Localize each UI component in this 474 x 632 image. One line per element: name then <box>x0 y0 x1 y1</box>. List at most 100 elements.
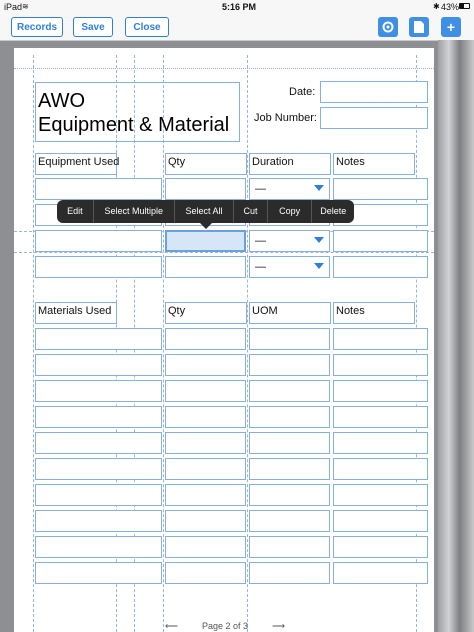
page-indicator: Page 2 of 3 <box>201 621 249 631</box>
material-notes-field[interactable] <box>333 432 428 454</box>
material-notes-field[interactable] <box>333 562 428 584</box>
equipment-notes-header: Notes <box>333 153 415 175</box>
page-navigator: ⟵ Page 2 of 3 ⟶ <box>165 620 285 632</box>
material-qty-field[interactable] <box>165 562 246 584</box>
chevron-down-icon <box>314 263 324 269</box>
menu-item-select-multiple[interactable]: Select Multiple <box>94 200 175 223</box>
device-name: iPad <box>4 2 23 12</box>
menu-item-cut[interactable]: Cut <box>234 200 268 223</box>
layout-guide <box>247 55 248 632</box>
duration-dropdown[interactable]: — <box>249 256 330 278</box>
context-menu-pointer <box>200 223 212 229</box>
uom-header: UOM <box>249 302 331 324</box>
material-notes-field[interactable] <box>333 458 428 480</box>
equipment-field[interactable] <box>35 256 162 278</box>
uom-field[interactable] <box>249 432 330 454</box>
menu-item-copy[interactable]: Copy <box>268 200 313 223</box>
equipment-notes-field[interactable] <box>333 256 428 278</box>
save-button[interactable]: Save <box>73 17 113 37</box>
material-qty-field[interactable] <box>165 484 246 506</box>
material-qty-field[interactable] <box>165 328 246 350</box>
form-title-line2: Equipment & Material <box>38 114 230 136</box>
duration-dropdown[interactable]: — <box>249 230 330 252</box>
uom-field[interactable] <box>249 354 330 376</box>
duration-value: — <box>255 183 266 195</box>
uom-field[interactable] <box>249 406 330 428</box>
material-qty-field[interactable] <box>165 510 246 532</box>
material-notes-field[interactable] <box>333 484 428 506</box>
add-button[interactable]: + <box>441 17 461 37</box>
material-field[interactable] <box>35 510 162 532</box>
material-field[interactable] <box>35 380 162 402</box>
material-notes-field[interactable] <box>333 536 428 558</box>
bluetooth-icon: ✱ <box>433 2 440 11</box>
material-qty-field[interactable] <box>165 406 246 428</box>
background-desktop <box>438 40 474 632</box>
document-icon[interactable] <box>409 17 429 37</box>
date-field[interactable] <box>320 81 428 103</box>
menu-item-edit[interactable]: Edit <box>57 200 94 223</box>
duration-value: — <box>255 261 266 273</box>
uom-field[interactable] <box>249 536 330 558</box>
equipment-notes-field[interactable] <box>333 230 428 252</box>
material-notes-field[interactable] <box>333 406 428 428</box>
material-notes-field[interactable] <box>333 328 428 350</box>
context-menu: Edit Select Multiple Select All Cut Copy… <box>57 200 354 223</box>
equipment-notes-field[interactable] <box>333 178 428 200</box>
next-page-arrow-icon[interactable]: ⟶ <box>272 621 285 632</box>
material-field[interactable] <box>35 484 162 506</box>
menu-item-delete[interactable]: Delete <box>312 200 354 223</box>
battery-percent: 43% <box>441 2 460 12</box>
uom-field[interactable] <box>249 562 330 584</box>
material-notes-field[interactable] <box>333 354 428 376</box>
records-button[interactable]: Records <box>11 17 63 37</box>
uom-field[interactable] <box>249 484 330 506</box>
form-title: AWO Equipment & Material <box>35 82 240 142</box>
status-bar: iPad ≋ 5:16 PM ✱ 43% <box>0 0 474 14</box>
close-button[interactable]: Close <box>125 17 169 37</box>
chevron-down-icon <box>314 185 324 191</box>
duration-dropdown[interactable]: — <box>249 178 330 200</box>
date-label: Date: <box>289 86 316 98</box>
material-qty-field[interactable] <box>165 536 246 558</box>
job-number-field[interactable] <box>320 107 428 129</box>
equipment-qty-field[interactable] <box>165 178 246 200</box>
layout-guide <box>14 252 434 253</box>
material-notes-field[interactable] <box>333 380 428 402</box>
material-field[interactable] <box>35 406 162 428</box>
material-field[interactable] <box>35 458 162 480</box>
equipment-field[interactable] <box>35 230 162 252</box>
material-field[interactable] <box>35 328 162 350</box>
wifi-icon: ≋ <box>22 2 29 11</box>
prev-page-arrow-icon[interactable]: ⟵ <box>165 621 178 632</box>
equipment-qty-field-selected[interactable] <box>165 230 246 252</box>
material-field[interactable] <box>35 432 162 454</box>
clock: 5:16 PM <box>222 2 257 12</box>
equipment-field[interactable] <box>35 178 162 200</box>
uom-field[interactable] <box>249 380 330 402</box>
uom-field[interactable] <box>249 510 330 532</box>
material-field[interactable] <box>35 562 162 584</box>
material-qty-field[interactable] <box>165 380 246 402</box>
material-field[interactable] <box>35 354 162 376</box>
material-qty-field[interactable] <box>165 432 246 454</box>
duration-header: Duration <box>249 153 331 175</box>
battery-icon <box>459 3 470 9</box>
chevron-down-icon <box>314 237 324 243</box>
material-notes-field[interactable] <box>333 510 428 532</box>
equipment-qty-field[interactable] <box>165 256 246 278</box>
material-qty-field[interactable] <box>165 354 246 376</box>
toolbar: Records Save Close + <box>0 14 474 41</box>
uom-field[interactable] <box>249 328 330 350</box>
uom-field[interactable] <box>249 458 330 480</box>
job-number-label: Job Number: <box>254 112 317 124</box>
duration-value: — <box>255 235 266 247</box>
settings-gear-icon[interactable] <box>378 17 398 37</box>
material-field[interactable] <box>35 536 162 558</box>
page-header-margin <box>14 48 434 69</box>
materials-used-header: Materials Used <box>35 302 117 324</box>
form-title-line1: AWO <box>38 90 86 112</box>
equipment-used-header: Equipment Used <box>35 153 119 175</box>
menu-item-select-all[interactable]: Select All <box>175 200 235 223</box>
material-qty-field[interactable] <box>165 458 246 480</box>
